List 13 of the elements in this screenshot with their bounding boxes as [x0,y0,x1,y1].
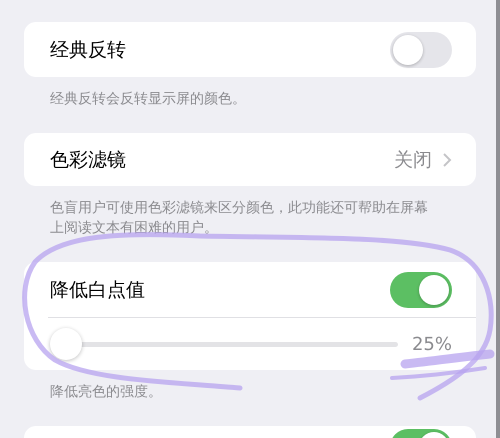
slider[interactable] [50,328,398,360]
chevron-icon [442,152,452,168]
setting-label: 色彩滤镜 [50,148,126,172]
setting-label: 降低白点值 [50,278,145,302]
footnote-text: 降低亮色的强度。 [49,383,163,402]
footnote-text: 色盲用户可使用色彩滤镜来区分颜色，此功能还可帮助在屏幕上阅读文本有困难的用户。 [49,199,429,238]
setting-label: 经典反转 [50,38,126,62]
footnote-text: 经典反转会反转显示屏的颜色。 [49,90,247,109]
slider-reading: 25% [412,334,452,354]
slider-thumb[interactable] [50,328,82,360]
toggle-switch[interactable] [390,272,452,308]
setting-value[interactable]: 关闭 [394,146,432,172]
toggle-switch[interactable] [390,32,452,68]
